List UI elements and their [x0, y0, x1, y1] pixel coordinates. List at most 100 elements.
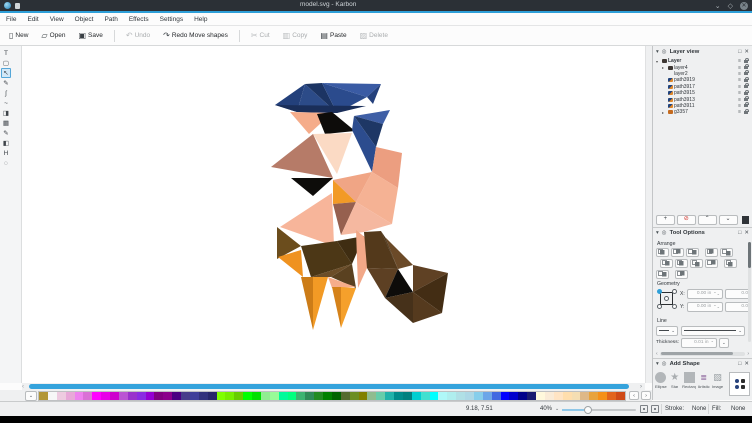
save-button[interactable]: ▣Save — [73, 30, 107, 42]
tool-options-hscrollbar[interactable]: ‹ › — [656, 351, 749, 357]
color-swatch[interactable] — [421, 392, 430, 400]
tool-options-vscrollbar[interactable] — [748, 242, 751, 342]
thickness-unit-select[interactable]: ⌄ — [719, 338, 729, 348]
new-button[interactable]: ▯New — [4, 30, 33, 42]
scroll-left-icon[interactable]: ‹ — [656, 351, 658, 357]
undo-button[interactable]: ↶Undo — [121, 30, 155, 42]
shape-ellipse[interactable]: Ellipse — [655, 372, 667, 389]
hscroll-thumb[interactable] — [29, 384, 629, 389]
canvas-horizontal-scrollbar[interactable]: ‹ › — [22, 383, 645, 390]
titlebar[interactable]: model.svg - Karbon ⌄ ◇ ✕ — [0, 0, 752, 11]
color-swatch[interactable] — [225, 392, 234, 400]
color-swatch[interactable] — [66, 392, 75, 400]
collapse-icon[interactable]: ▾ — [656, 361, 659, 367]
fill-tool[interactable]: ◧ — [1, 138, 11, 148]
expander-icon[interactable]: ▸ — [662, 110, 667, 115]
delete-button[interactable]: ▨Delete — [355, 30, 393, 42]
color-swatch[interactable] — [190, 392, 199, 400]
thickness-input[interactable]: 0.01 in⌃ — [681, 338, 717, 348]
fit-page-button[interactable] — [640, 405, 648, 413]
collapse-icon[interactable]: ▾ — [656, 49, 659, 55]
color-swatch[interactable] — [208, 392, 217, 400]
color-swatch[interactable] — [616, 392, 625, 400]
add-layer-button[interactable]: + — [656, 215, 675, 225]
artwork-polygon[interactable] — [301, 277, 313, 330]
palette-scroll-left-button[interactable]: ‹ — [629, 391, 639, 400]
color-swatch[interactable] — [403, 392, 412, 400]
visibility-icon[interactable]: ≡ — [738, 65, 741, 71]
visibility-icon[interactable]: ≡ — [738, 77, 741, 83]
color-swatch[interactable] — [101, 392, 110, 400]
color-swatch[interactable] — [314, 392, 323, 400]
shape-star[interactable]: ★Star — [669, 372, 681, 389]
path-edit-tool[interactable]: ʃ — [1, 88, 11, 98]
layer-thumbnail-toggle[interactable] — [742, 216, 750, 224]
color-swatch[interactable] — [57, 392, 66, 400]
close-docker-icon[interactable]: ✕ — [744, 361, 749, 367]
arrange-button-11[interactable] — [656, 270, 669, 279]
color-swatch[interactable] — [509, 392, 518, 400]
shape-template-panel[interactable] — [729, 372, 750, 396]
color-swatch[interactable] — [474, 392, 483, 400]
zoom-tool[interactable]: H — [1, 148, 11, 158]
color-swatch[interactable] — [128, 392, 137, 400]
color-swatch[interactable] — [146, 392, 155, 400]
zoom-level[interactable]: 40% — [540, 406, 552, 412]
color-swatch[interactable] — [430, 392, 439, 400]
lock-icon[interactable] — [744, 85, 748, 88]
color-swatch[interactable] — [350, 392, 359, 400]
arrange-button-7[interactable] — [675, 259, 688, 268]
color-swatch[interactable] — [279, 392, 288, 400]
pan-tool[interactable]: ◌ — [1, 158, 11, 168]
lock-icon[interactable] — [744, 92, 748, 95]
color-swatch[interactable] — [75, 392, 84, 400]
arrange-button-10[interactable] — [724, 259, 737, 268]
shape-artistic-text[interactable]: ≣Artistic — [698, 372, 710, 389]
menu-edit[interactable]: Edit — [27, 16, 38, 23]
color-swatch[interactable] — [456, 392, 465, 400]
menu-view[interactable]: View — [50, 16, 64, 23]
arrange-button-2[interactable] — [671, 248, 684, 257]
color-swatch[interactable] — [412, 392, 421, 400]
anchor-top-right[interactable] — [672, 289, 677, 294]
visibility-icon[interactable]: ≡ — [738, 97, 741, 103]
color-swatch[interactable] — [110, 392, 119, 400]
color-swatch[interactable] — [296, 392, 305, 400]
y-input[interactable]: 0.00 in⌃⌄ — [687, 302, 723, 312]
lock-icon[interactable] — [744, 72, 748, 75]
color-swatch[interactable] — [572, 392, 581, 400]
color-swatch[interactable] — [376, 392, 385, 400]
color-swatch[interactable] — [465, 392, 474, 400]
color-swatch[interactable] — [323, 392, 332, 400]
anchor-point-selector[interactable] — [657, 289, 677, 309]
lock-icon[interactable] — [744, 66, 748, 69]
color-swatch[interactable] — [492, 392, 501, 400]
close-button[interactable]: ✕ — [740, 2, 748, 10]
color-swatch[interactable] — [518, 392, 527, 400]
delete-layer-button[interactable]: ⊘ — [677, 215, 696, 225]
text-tool[interactable]: T — [1, 48, 11, 58]
paste-button[interactable]: ▤Paste — [315, 30, 351, 42]
float-docker-icon[interactable]: □ — [738, 49, 741, 55]
open-button[interactable]: ▱Open — [36, 30, 70, 42]
lock-icon[interactable] — [744, 79, 748, 82]
color-swatch[interactable] — [172, 392, 181, 400]
shape-image[interactable]: ▧Image — [712, 372, 724, 389]
color-swatch[interactable] — [288, 392, 297, 400]
select-tool[interactable]: ↖ — [1, 68, 11, 78]
color-swatch[interactable] — [447, 392, 456, 400]
visibility-icon[interactable]: ≡ — [738, 109, 741, 115]
color-swatch[interactable] — [501, 392, 510, 400]
color-swatch[interactable] — [536, 392, 545, 400]
color-swatch[interactable] — [545, 392, 554, 400]
copy-button[interactable]: ▥Copy — [278, 30, 313, 42]
color-swatch[interactable] — [48, 392, 57, 400]
expander-icon[interactable]: ▾ — [656, 59, 661, 64]
minimize-button[interactable]: ⌄ — [715, 2, 721, 10]
scroll-right-icon[interactable]: › — [747, 351, 749, 357]
x-input[interactable]: 0.00 in⌃⌄ — [687, 289, 723, 299]
arrange-button-9[interactable] — [705, 259, 718, 268]
menu-settings[interactable]: Settings — [160, 16, 184, 23]
color-swatch[interactable] — [332, 392, 341, 400]
color-swatch[interactable] — [438, 392, 447, 400]
